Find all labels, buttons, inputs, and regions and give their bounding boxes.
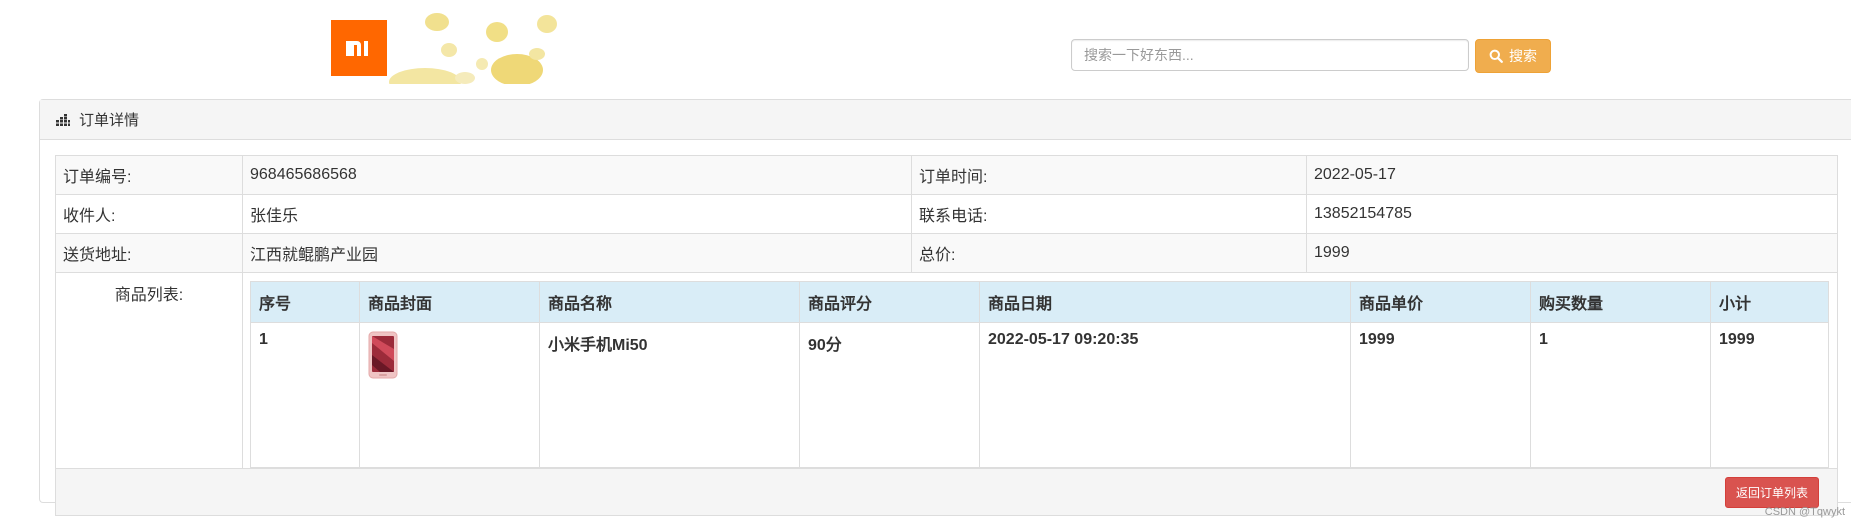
receiver-label: 收件人: [55, 194, 243, 234]
column-header-rating: 商品评分 [799, 281, 980, 323]
table-row: 收件人: 张佳乐 联系电话: 13852154785 [55, 194, 1838, 234]
goods-qty: 1 [1530, 322, 1711, 468]
table-row: 1 小米手机Mi50 90分 2022-05-17 09:20:35 1999 … [250, 322, 1829, 468]
order-id-label: 订单编号: [55, 155, 243, 195]
goods-subtotal: 1999 [1710, 322, 1829, 468]
column-header-cover: 商品封面 [359, 281, 540, 323]
mi-logo-icon [346, 41, 368, 56]
goods-rating: 90分 [799, 322, 980, 468]
footer-row: 返回订单列表 [55, 468, 1838, 516]
order-id-value: 968465686568 [242, 155, 912, 195]
column-header-date: 商品日期 [979, 281, 1351, 323]
table-row: 送货地址: 江西就鲲鹏产业园 总价: 1999 [55, 233, 1838, 273]
address-label: 送货地址: [55, 233, 243, 273]
table-row: 订单编号: 968465686568 订单时间: 2022-05-17 [55, 155, 1838, 195]
column-header-name: 商品名称 [539, 281, 800, 323]
phone-image[interactable] [368, 331, 398, 379]
column-header-price: 商品单价 [1350, 281, 1531, 323]
goods-header-row: 序号 商品封面 商品名称 商品评分 商品日期 商品单价 购买数量 小计 [250, 281, 1829, 323]
goods-date: 2022-05-17 09:20:35 [979, 322, 1351, 468]
goods-cover [359, 322, 540, 468]
phone-label: 联系电话: [911, 194, 1307, 234]
goods-list-label: 商品列表: [114, 287, 184, 304]
order-time-label: 订单时间: [911, 155, 1307, 195]
search-button[interactable]: 搜索 [1475, 39, 1551, 73]
goods-name: 小米手机Mi50 [539, 322, 800, 468]
coins-banner-image [389, 13, 557, 84]
bar-chart-icon [56, 113, 70, 126]
panel-title: 订单详情 [79, 112, 140, 129]
mi-logo[interactable] [331, 20, 387, 76]
goods-table: 序号 商品封面 商品名称 商品评分 商品日期 商品单价 购买数量 小计 1 小米… [250, 281, 1829, 468]
address-value: 江西就鲲鹏产业园 [242, 233, 912, 273]
total-value: 1999 [1306, 233, 1838, 273]
total-label: 总价: [911, 233, 1307, 273]
column-header-qty: 购买数量 [1530, 281, 1711, 323]
panel-heading: 订单详情 [40, 100, 1851, 140]
search-button-label: 搜索 [1509, 48, 1537, 64]
goods-list-cell: 序号 商品封面 商品名称 商品评分 商品日期 商品单价 购买数量 小计 1 小米… [242, 272, 1838, 469]
column-header-index: 序号 [250, 281, 360, 323]
watermark: CSDN @Tqwykt [1764, 506, 1845, 518]
receiver-value: 张佳乐 [242, 194, 912, 234]
order-time-value: 2022-05-17 [1306, 155, 1838, 195]
goods-list-row: 商品列表: 序号 商品封面 商品名称 商品评分 商品日期 商品单价 购买数量 小… [55, 272, 1838, 469]
search-input[interactable] [1071, 39, 1469, 71]
phone-value: 13852154785 [1306, 194, 1838, 234]
column-header-subtotal: 小计 [1710, 281, 1829, 323]
goods-index: 1 [250, 322, 360, 468]
goods-price: 1999 [1350, 322, 1531, 468]
search-icon [1489, 49, 1503, 63]
order-info-table: 订单编号: 968465686568 订单时间: 2022-05-17 收件人:… [55, 155, 1838, 516]
back-to-order-list-button[interactable]: 返回订单列表 [1724, 476, 1819, 508]
